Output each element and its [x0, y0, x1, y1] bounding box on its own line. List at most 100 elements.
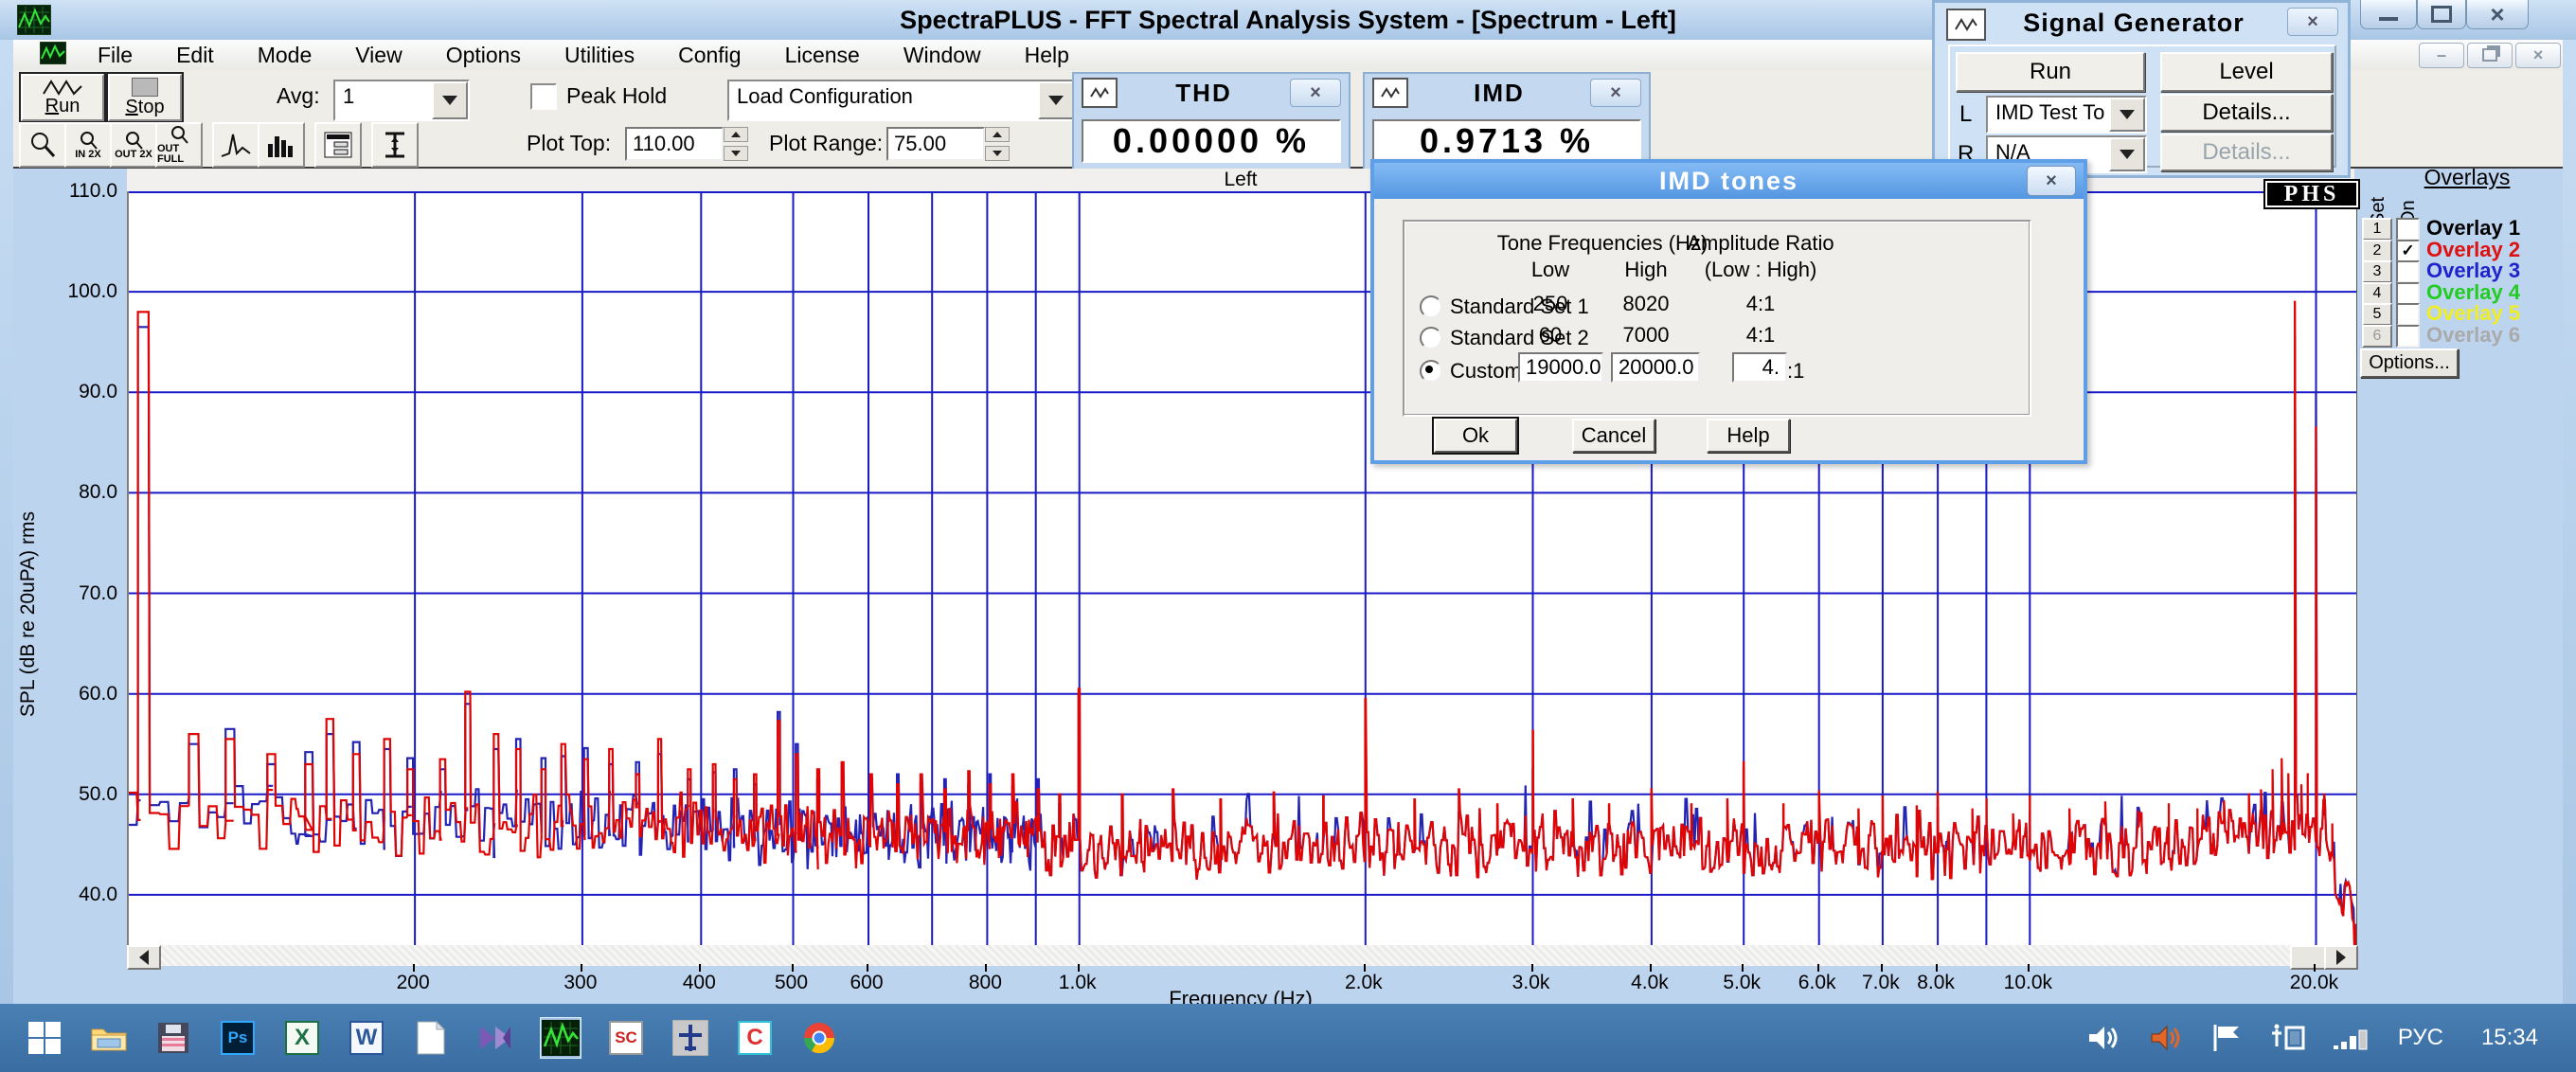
- taskbar-kmplayer-icon[interactable]: [475, 1018, 515, 1058]
- menu-file[interactable]: File: [76, 43, 154, 68]
- taskbar-ccleaner-icon[interactable]: C: [735, 1018, 775, 1058]
- marker-tool-button[interactable]: [371, 122, 419, 168]
- taskbar-chrome-icon[interactable]: [799, 1018, 839, 1058]
- plot-horizontal-scrollbar[interactable]: [127, 945, 2354, 966]
- load-configuration-combobox[interactable]: Load Configuration: [727, 80, 1076, 121]
- plot-range-value[interactable]: 75.00: [886, 127, 985, 161]
- right-signal-dropdown-arrow-icon[interactable]: [2109, 137, 2145, 171]
- avg-combobox[interactable]: 1: [333, 80, 470, 121]
- help-button[interactable]: Help: [1707, 419, 1790, 453]
- run-button[interactable]: Run: [21, 74, 104, 121]
- thd-close-button[interactable]: ×: [1290, 79, 1341, 107]
- settings-panel-icon: [323, 131, 353, 159]
- left-details-button[interactable]: Details...: [2160, 94, 2333, 132]
- spectrum-view-button[interactable]: [212, 122, 259, 168]
- overlay-5-set-button[interactable]: 5: [2362, 303, 2392, 326]
- zoom-out-full-button[interactable]: OUT FULL: [155, 122, 203, 168]
- menu-window[interactable]: Window: [882, 43, 1003, 68]
- menu-config[interactable]: Config: [656, 43, 762, 68]
- overlay-5-on-checkbox[interactable]: [2396, 303, 2420, 326]
- menu-utilities[interactable]: Utilities: [543, 43, 656, 68]
- overlay-6-set-button[interactable]: 6: [2362, 325, 2392, 348]
- imd-titlebar[interactable]: IMD ×: [1365, 74, 1649, 112]
- taskbar-spectraplus-icon[interactable]: [540, 1017, 581, 1059]
- maximize-button[interactable]: [2417, 0, 2466, 29]
- minimize-button[interactable]: [2360, 0, 2417, 29]
- cancel-button[interactable]: Cancel: [1572, 419, 1655, 453]
- taskbar-scope-app-icon[interactable]: SC: [606, 1018, 646, 1058]
- load-configuration-value: Load Configuration: [729, 81, 1038, 119]
- signal-generator-close-button[interactable]: ×: [2287, 8, 2338, 36]
- custom-radio-selected[interactable]: [1420, 360, 1442, 383]
- thd-titlebar[interactable]: THD ×: [1074, 74, 1349, 112]
- imd-close-button[interactable]: ×: [1590, 79, 1641, 107]
- ok-button[interactable]: Ok: [1434, 419, 1517, 453]
- child-close-button[interactable]: ×: [2515, 43, 2561, 68]
- standard-set-1-radio[interactable]: [1420, 295, 1442, 318]
- overlay-2-on-checkbox[interactable]: ✓: [2396, 240, 2420, 262]
- close-button[interactable]: ×: [2466, 0, 2529, 29]
- taskbar-excel-icon[interactable]: X: [282, 1018, 322, 1058]
- overlay-3-on-checkbox[interactable]: [2396, 260, 2420, 283]
- overlays-options-button[interactable]: Options...: [2360, 348, 2459, 378]
- menu-edit[interactable]: Edit: [154, 43, 236, 68]
- overlay-4-set-button[interactable]: 4: [2362, 282, 2392, 305]
- x-tickmark-300: [581, 964, 582, 972]
- standard-set-2-radio[interactable]: [1420, 327, 1442, 349]
- plot-top-spinner[interactable]: [724, 127, 748, 161]
- left-signal-combobox[interactable]: IMD Test To: [1986, 96, 2147, 134]
- load-configuration-dropdown-arrow-icon[interactable]: [1038, 81, 1074, 119]
- menu-license[interactable]: License: [763, 43, 882, 68]
- taskbar-utility-app-icon[interactable]: [671, 1018, 710, 1058]
- channel-label: Left: [1224, 169, 1257, 191]
- speaker-icon[interactable]: [2085, 1023, 2123, 1053]
- thd-window: THD × 0.00000 %: [1072, 72, 1351, 172]
- taskbar-notepad-icon[interactable]: [411, 1018, 451, 1058]
- plot-top-value[interactable]: 110.00: [625, 127, 724, 161]
- menu-mode[interactable]: Mode: [236, 43, 334, 68]
- overlay-3-set-button[interactable]: 3: [2362, 260, 2392, 283]
- taskbar-file-explorer-icon[interactable]: [89, 1018, 129, 1058]
- network-signal-icon[interactable]: [2332, 1023, 2373, 1053]
- child-restore-button[interactable]: [2467, 43, 2513, 68]
- plot-range-spinner[interactable]: [985, 127, 1010, 161]
- avg-dropdown-arrow-icon[interactable]: [432, 81, 468, 119]
- overlay-6-on-checkbox[interactable]: [2396, 325, 2420, 348]
- overlay-1-set-button[interactable]: 1: [2362, 218, 2392, 241]
- taskbar-media-tool-icon[interactable]: [153, 1018, 193, 1058]
- overlay-2-set-button[interactable]: 2: [2362, 240, 2392, 262]
- menu-view[interactable]: View: [333, 43, 423, 68]
- imd-tones-close-button[interactable]: ×: [2027, 166, 2076, 196]
- display-settings-button[interactable]: [314, 122, 362, 168]
- taskbar-photoshop-icon[interactable]: Ps: [218, 1018, 258, 1058]
- device-plug-icon[interactable]: [2269, 1022, 2307, 1054]
- zoom-in-2x-button[interactable]: IN 2X: [64, 122, 112, 168]
- zoom-tool-button[interactable]: [19, 122, 66, 168]
- flag-icon[interactable]: [2210, 1023, 2245, 1053]
- imd-tones-titlebar[interactable]: IMD tones: [1374, 163, 2084, 199]
- custom-ratio-input[interactable]: 4.: [1732, 352, 1787, 383]
- taskbar-start-icon[interactable]: [25, 1018, 64, 1058]
- menu-help[interactable]: Help: [1003, 43, 1091, 68]
- taskbar-word-icon[interactable]: W: [347, 1018, 386, 1058]
- left-signal-dropdown-arrow-icon[interactable]: [2109, 98, 2145, 132]
- generator-run-button[interactable]: Run: [1956, 52, 2145, 92]
- custom-high-input[interactable]: 20000.0: [1611, 352, 1700, 383]
- volume-meter-icon[interactable]: [2148, 1023, 2186, 1053]
- clock[interactable]: 15:34: [2481, 1025, 2538, 1051]
- custom-low-input[interactable]: 19000.0: [1518, 352, 1603, 383]
- bar-view-button[interactable]: [258, 122, 305, 168]
- ratio-sub-header: (Low : High): [1705, 258, 1817, 282]
- plot-top-spinbox[interactable]: 110.00: [625, 127, 748, 161]
- imd-tones-title: IMD tones: [1374, 167, 2084, 196]
- zoom-out-2x-button[interactable]: OUT 2X: [110, 122, 157, 168]
- peak-hold-checkbox[interactable]: [530, 83, 557, 110]
- plot-range-spinbox[interactable]: 75.00: [886, 127, 1010, 161]
- menu-options[interactable]: Options: [424, 43, 543, 68]
- overlay-4-on-checkbox[interactable]: [2396, 282, 2420, 305]
- stop-button[interactable]: Stop: [108, 74, 182, 121]
- generator-level-button[interactable]: Level: [2160, 52, 2333, 92]
- language-indicator[interactable]: РУС: [2398, 1025, 2443, 1051]
- child-minimize-button[interactable]: –: [2419, 43, 2464, 68]
- overlay-1-on-checkbox[interactable]: [2396, 218, 2420, 241]
